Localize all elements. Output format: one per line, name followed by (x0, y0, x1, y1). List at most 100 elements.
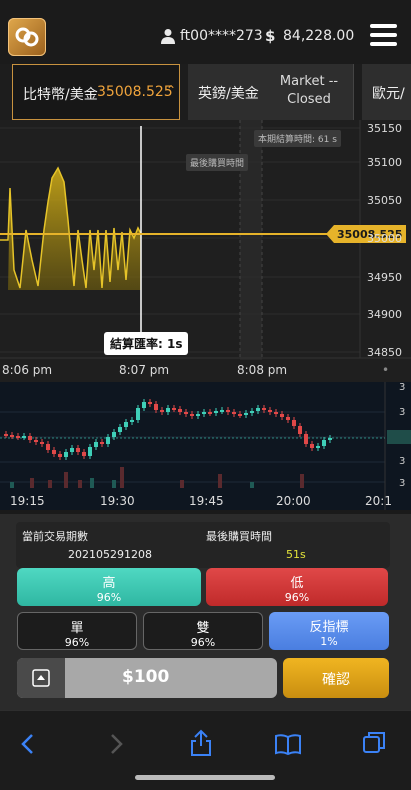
svg-text:20:00: 20:00 (276, 494, 311, 508)
candle (214, 411, 218, 413)
candle (154, 404, 158, 410)
amount-picker-button[interactable] (17, 658, 65, 698)
candle (64, 452, 68, 457)
candle (328, 438, 332, 440)
x-tick: 8:08 pm (237, 363, 287, 377)
home-indicator (135, 775, 275, 780)
candle (160, 410, 164, 412)
market-status: Market -- Closed (279, 74, 339, 107)
candle (94, 442, 98, 447)
candle (58, 454, 62, 457)
confirm-button[interactable]: 確認 (283, 658, 389, 698)
tab-gbp-usd[interactable]: 英鎊/美金 Market -- Closed (188, 64, 354, 120)
period-end-label: 本期結算時間: 61 s (254, 130, 341, 147)
logo-icon[interactable] (8, 18, 46, 56)
y-tick: 35000 (367, 232, 402, 245)
candle (82, 452, 86, 456)
pair-name: 英鎊/美金 (198, 86, 259, 102)
period-info: 當前交易期數 202105291208 最後購買時間 51s (16, 522, 390, 568)
candle (190, 414, 194, 416)
reverse-indicator-button[interactable]: 反指標 1% (269, 612, 389, 650)
candle (244, 413, 248, 415)
svg-text:19:30: 19:30 (100, 494, 135, 508)
candle (298, 426, 302, 434)
pair-name: 比特幣/美金 (23, 87, 98, 103)
account-balance: 84,228.00 (283, 28, 355, 44)
candle (178, 409, 182, 412)
back-icon[interactable] (20, 733, 36, 755)
candle (208, 412, 212, 414)
candle (202, 412, 206, 414)
low-button[interactable]: 低 96% (206, 568, 388, 606)
candle (196, 414, 200, 416)
pair-price: 35008.525 (97, 84, 173, 100)
candle (166, 408, 170, 412)
tab-btc-usd[interactable]: 比特幣/美金 35008.525 ⌃ (12, 64, 180, 120)
candle (112, 432, 116, 437)
svg-text:•: • (382, 363, 389, 377)
svg-text:3: 3 (399, 382, 405, 393)
candle (142, 402, 146, 408)
bookmarks-icon[interactable] (274, 733, 302, 755)
candle (184, 412, 188, 414)
candle (76, 448, 80, 452)
odd-button[interactable]: 單 96% (17, 612, 137, 650)
candle (46, 444, 50, 450)
svg-text:3: 3 (399, 456, 405, 467)
last-purchase-label: 最後購買時間 (186, 154, 249, 171)
candle (16, 436, 20, 438)
chevron-up-icon (32, 669, 50, 687)
candle (322, 440, 326, 446)
candle (100, 442, 104, 444)
candle (274, 412, 278, 414)
chevron-up-icon: ⌃ (166, 83, 177, 97)
y-tick: 34950 (367, 271, 402, 284)
candle (106, 437, 110, 444)
candle (70, 448, 74, 452)
candle (4, 434, 8, 436)
candlestick-chart[interactable]: 3 3 3 3 3 19:15 19:30 19:45 20:00 20:1 (0, 382, 411, 510)
amount-field[interactable]: $100 (17, 658, 277, 698)
settlement-rate-label: 結算匯率: 1s (104, 332, 189, 355)
candle (304, 434, 308, 444)
svg-text:3: 3 (399, 407, 405, 418)
svg-text:20:1: 20:1 (365, 494, 392, 508)
candle (292, 420, 296, 426)
pair-tabs: 比特幣/美金 35008.525 ⌃ 英鎊/美金 Market -- Close… (0, 64, 411, 120)
dollar-icon: $ (265, 27, 276, 45)
period-value: 202105291208 (68, 548, 152, 561)
candle (232, 412, 236, 414)
even-button[interactable]: 雙 96% (143, 612, 263, 650)
candle (250, 411, 254, 413)
candle (316, 446, 320, 448)
high-button[interactable]: 高 96% (17, 568, 201, 606)
trade-panel: 當前交易期數 202105291208 最後購買時間 51s 高 96% 低 9… (0, 514, 411, 710)
candle (310, 444, 314, 448)
forward-icon[interactable] (108, 733, 124, 755)
candle (280, 414, 284, 417)
amount-value: $100 (122, 667, 170, 687)
user-icon (161, 29, 175, 44)
last-buy-value: 51s (286, 548, 306, 561)
candle (28, 436, 32, 440)
candle (238, 414, 242, 416)
svg-text:3: 3 (399, 478, 405, 489)
tabs-icon[interactable] (362, 731, 386, 755)
price-chart[interactable]: 35008.525 35150 35100 35050 35000 34950 … (0, 120, 411, 382)
svg-text:19:45: 19:45 (189, 494, 224, 508)
tab-eur[interactable]: 歐元/ (362, 64, 411, 120)
candle (268, 410, 272, 412)
svg-text:19:15: 19:15 (10, 494, 45, 508)
period-label: 當前交易期數 (22, 530, 88, 543)
share-icon[interactable] (189, 729, 213, 757)
candle (262, 408, 266, 410)
y-tick: 35100 (367, 156, 402, 169)
x-tick: 8:07 pm (119, 363, 169, 377)
candle (22, 436, 26, 438)
candle (124, 422, 128, 427)
candle (286, 417, 290, 420)
candle (118, 427, 122, 432)
candles (4, 399, 332, 460)
menu-icon[interactable] (370, 24, 397, 46)
candle (88, 447, 92, 456)
